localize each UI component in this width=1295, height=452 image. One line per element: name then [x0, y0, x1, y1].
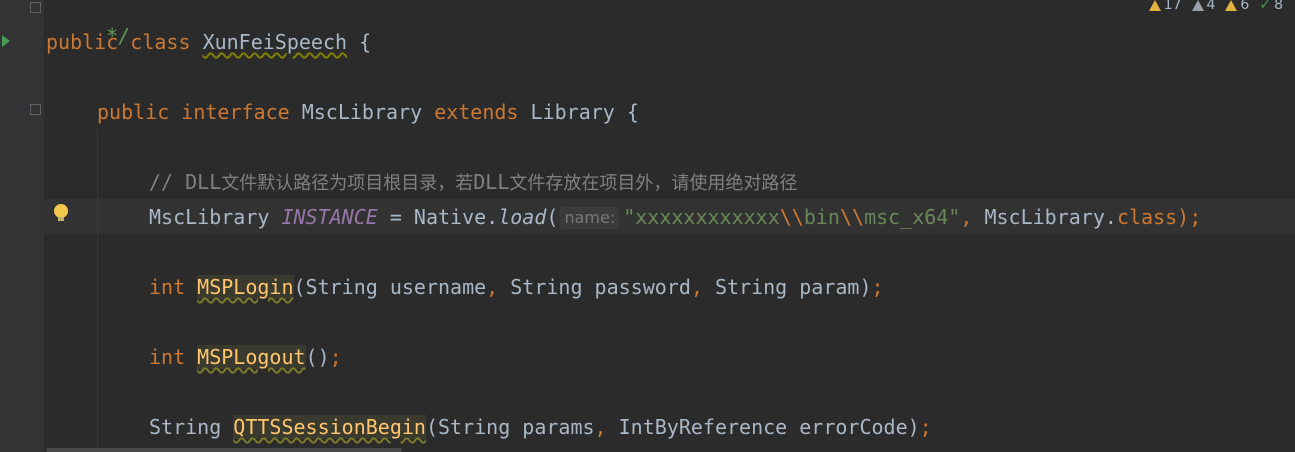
- indent-guide: [97, 130, 98, 452]
- warnings-indicator[interactable]: 17: [1148, 0, 1182, 13]
- code-line[interactable]: public class XunFeiSpeech {: [46, 28, 371, 56]
- method-name: MSPLogout: [197, 345, 306, 369]
- fold-icon[interactable]: [30, 104, 41, 115]
- code-line[interactable]: int MSPLogout();: [149, 343, 342, 371]
- fold-icon[interactable]: [30, 2, 41, 13]
- check-icon: ✓: [1259, 0, 1272, 13]
- warning-icon: [1148, 0, 1161, 11]
- code-editor[interactable]: 17 4 6 ✓ 8 */ public class XunFeiSpeech {…: [44, 0, 1295, 452]
- method-name: MSPLogin: [197, 275, 294, 299]
- inspection-status[interactable]: 17 4 6 ✓ 8: [1148, 0, 1283, 13]
- ok-indicator[interactable]: ✓ 8: [1259, 0, 1283, 13]
- code-line[interactable]: // DLL文件默认路径为项目根目录，若DLL文件存放在项目外，请使用绝对路径: [149, 168, 797, 196]
- horizontal-scrollbar[interactable]: [46, 448, 402, 452]
- code-line[interactable]: String QTTSSessionBegin(String params, I…: [149, 413, 932, 441]
- parameter-hint: name:: [560, 207, 620, 229]
- editor-gutter: [0, 0, 44, 452]
- run-icon[interactable]: [2, 35, 10, 47]
- typos-indicator[interactable]: 6: [1225, 0, 1249, 13]
- class-name: XunFeiSpeech: [202, 30, 348, 54]
- method-name: QTTSSessionBegin: [233, 415, 426, 439]
- weak-warning-icon: [1191, 0, 1204, 11]
- code-line[interactable]: public interface MscLibrary extends Libr…: [97, 98, 639, 126]
- typo-icon: [1225, 0, 1238, 11]
- code-line[interactable]: int MSPLogin(String username, String pas…: [149, 273, 884, 301]
- code-line[interactable]: */: [58, 0, 130, 48]
- weak-warnings-indicator[interactable]: 4: [1191, 0, 1215, 13]
- code-line[interactable]: MscLibrary INSTANCE = Native.load(name: "…: [149, 203, 1201, 231]
